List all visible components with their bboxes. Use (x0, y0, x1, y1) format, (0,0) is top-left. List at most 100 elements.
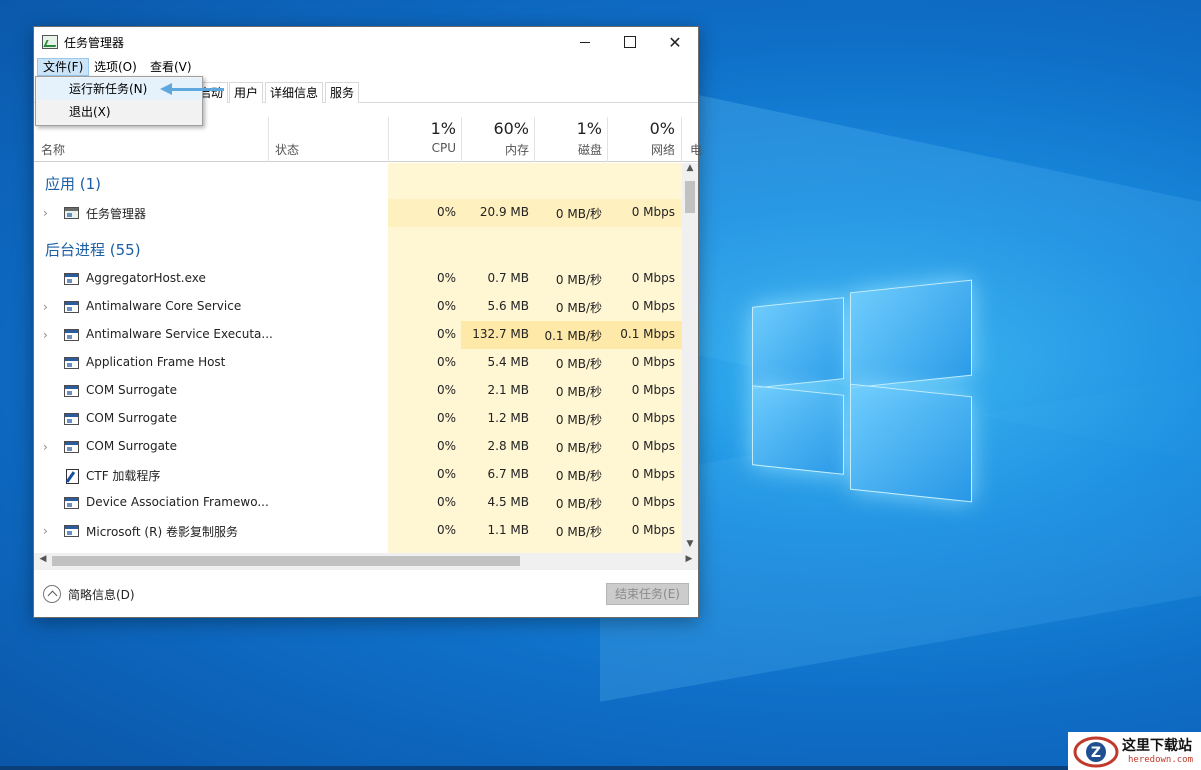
network-value: 0 Mbps (631, 495, 675, 509)
table-row[interactable]: CTF 加载程序 0% 6.7 MB 0 MB/秒 0 Mbps (34, 461, 682, 489)
network-total[interactable]: 0% (612, 119, 675, 138)
scroll-down-icon[interactable]: ▼ (682, 539, 698, 553)
end-task-button[interactable]: 结束任务(E) (606, 583, 689, 605)
column-cpu[interactable]: CPU (394, 141, 456, 155)
footer-bar: 简略信息(D) 结束任务(E) (34, 569, 698, 617)
close-button[interactable]: ✕ (652, 27, 698, 57)
expand-chevron-icon[interactable]: › (43, 328, 48, 342)
maximize-button[interactable] (607, 27, 653, 57)
table-row[interactable]: Device Association Framewo... 0% 4.5 MB 0 M… (34, 489, 682, 517)
table-row[interactable]: › Antimalware Core Service 0% 5.6 MB 0 MB/秒 0… (34, 293, 682, 321)
windows-logo (750, 270, 975, 503)
file-menu-dropdown: 运行新任务(N) 退出(X) (35, 76, 203, 126)
column-divider (534, 117, 535, 162)
title-bar[interactable]: 任务管理器 ✕ (34, 27, 698, 57)
process-window-icon (64, 441, 79, 453)
disk-value: 0 MB/秒 (555, 469, 602, 483)
column-divider (461, 117, 462, 162)
memory-value: 0.7 MB (487, 271, 529, 285)
expand-chevron-icon[interactable]: › (43, 524, 48, 538)
watermark: Z 这里下载站 heredown.com (1068, 732, 1201, 770)
cpu-value: 0% (436, 495, 456, 509)
table-row[interactable]: COM Surrogate 0% 2.1 MB 0 MB/秒 0 Mbps (34, 377, 682, 405)
column-divider (268, 117, 269, 162)
menu-item-exit[interactable]: 退出(X) (37, 101, 201, 123)
disk-total[interactable]: 1% (539, 119, 602, 138)
fewer-details-link[interactable]: 简略信息(D) (68, 586, 135, 603)
process-window-icon (64, 497, 79, 509)
memory-value: 4.5 MB (487, 495, 529, 509)
column-network[interactable]: 网络 (612, 141, 675, 158)
cpu-value: 0% (436, 467, 456, 481)
memory-value: 2.8 MB (487, 439, 529, 453)
svg-text:Z: Z (1091, 745, 1101, 761)
network-value: 0 Mbps (631, 299, 675, 313)
column-divider (607, 117, 608, 162)
table-row[interactable]: AggregatorHost.exe 0% 0.7 MB 0 MB/秒 0 Mbps (34, 265, 682, 293)
collapse-chevron-icon[interactable] (43, 585, 61, 603)
process-window-icon (64, 357, 79, 369)
process-name: Antimalware Service Executa... (86, 327, 273, 341)
scroll-left-icon[interactable]: ◀ (36, 554, 50, 568)
menu-bar: 文件(F) 选项(O) 查看(V) (34, 57, 698, 77)
process-name: AggregatorHost.exe (86, 271, 206, 285)
memory-value: 20.9 MB (479, 205, 529, 219)
memory-value: 5.6 MB (487, 299, 529, 313)
cpu-total[interactable]: 1% (394, 119, 456, 138)
disk-value: 0 MB/秒 (555, 497, 602, 511)
menu-options[interactable]: 选项(O) (89, 58, 142, 76)
cpu-value: 0% (436, 383, 456, 397)
process-list: 应用 (1) › 任务管理器 0% 20.9 MB 0 MB/秒 0 Mbps … (34, 163, 682, 553)
memory-value: 2.1 MB (487, 383, 529, 397)
process-window-icon (64, 413, 79, 425)
process-name: Antimalware Core Service (86, 299, 242, 313)
memory-total[interactable]: 60% (464, 119, 529, 138)
column-divider (681, 117, 682, 162)
disk-value: 0.1 MB/秒 (544, 329, 602, 343)
tab-users[interactable]: 用户 (229, 82, 264, 103)
group-header-background[interactable]: 后台进程 (55) (34, 239, 682, 267)
group-header-apps[interactable]: 应用 (1) (34, 173, 682, 201)
column-memory[interactable]: 内存 (464, 141, 529, 158)
table-row[interactable]: › Microsoft (R) 卷影复制服务 0% 1.1 MB 0 MB/秒 0 Mbp… (34, 517, 682, 545)
column-disk[interactable]: 磁盘 (539, 141, 602, 158)
disk-value: 0 MB/秒 (555, 441, 602, 455)
table-row[interactable]: COM Surrogate 0% 1.2 MB 0 MB/秒 0 Mbps (34, 405, 682, 433)
cpu-value: 0% (436, 271, 456, 285)
cpu-value: 0% (436, 439, 456, 453)
table-row[interactable]: › Antimalware Service Executa... 0% 132.7 M… (34, 321, 682, 349)
table-row[interactable]: › 任务管理器 0% 20.9 MB 0 MB/秒 0 Mbps (34, 199, 682, 227)
task-manager-process-icon (64, 207, 79, 219)
horizontal-scrollbar[interactable]: ◀ ▶ (34, 553, 698, 569)
expand-chevron-icon[interactable]: › (43, 206, 48, 220)
disk-value: 0 MB/秒 (555, 301, 602, 315)
expand-chevron-icon[interactable]: › (43, 440, 48, 454)
minimize-button[interactable] (562, 27, 608, 57)
scroll-up-icon[interactable]: ▲ (682, 163, 698, 177)
column-name[interactable]: 名称 (41, 141, 65, 158)
process-name: Device Association Framewo... (86, 495, 269, 509)
network-value: 0 Mbps (631, 205, 675, 219)
column-divider (388, 117, 389, 162)
tab-services[interactable]: 服务 (325, 82, 360, 103)
network-value: 0 Mbps (631, 355, 675, 369)
vertical-scroll-thumb[interactable] (685, 181, 695, 213)
process-name: 任务管理器 (86, 207, 147, 221)
network-value: 0 Mbps (631, 271, 675, 285)
expand-chevron-icon[interactable]: › (43, 300, 48, 314)
table-row[interactable]: › COM Surrogate 0% 2.8 MB 0 MB/秒 0 Mbps (34, 433, 682, 461)
process-window-icon (64, 329, 79, 341)
column-power-partial[interactable]: 电 (690, 141, 702, 158)
tab-details[interactable]: 详细信息 (265, 82, 324, 103)
column-status[interactable]: 状态 (275, 141, 299, 158)
table-row[interactable]: Application Frame Host 0% 5.4 MB 0 MB/秒 0 Mb… (34, 349, 682, 377)
scroll-right-icon[interactable]: ▶ (682, 554, 696, 568)
memory-value: 5.4 MB (487, 355, 529, 369)
menu-file[interactable]: 文件(F) (37, 58, 90, 76)
menu-view[interactable]: 查看(V) (145, 58, 197, 76)
group-title-apps: 应用 (1) (45, 175, 102, 193)
horizontal-scroll-thumb[interactable] (52, 556, 520, 566)
vertical-scrollbar[interactable]: ▲ ▼ (682, 163, 698, 553)
watermark-logo-icon: Z (1073, 736, 1119, 768)
process-window-icon (64, 385, 79, 397)
